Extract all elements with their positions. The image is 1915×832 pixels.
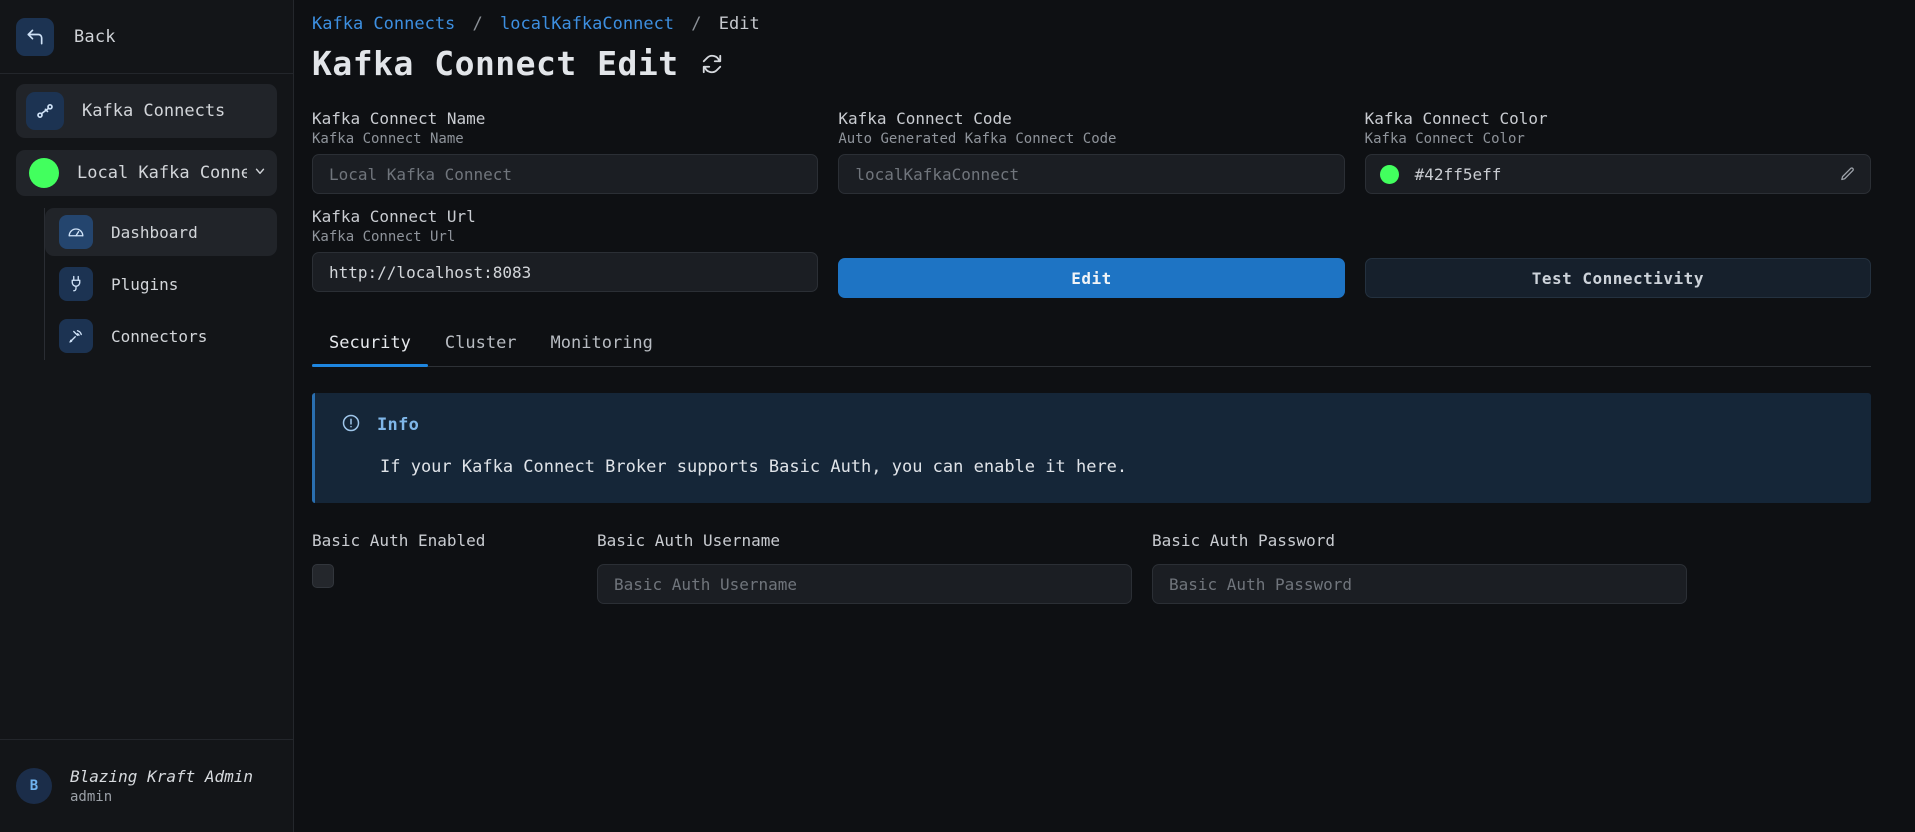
user-info: Blazing Kraft Admin admin bbox=[70, 767, 253, 805]
basic-auth-enabled-checkbox[interactable] bbox=[312, 564, 334, 588]
info-text: If your Kafka Connect Broker supports Ba… bbox=[380, 457, 1128, 477]
sidebar-item-label: Dashboard bbox=[111, 222, 198, 242]
breadcrumb-separator: / bbox=[472, 14, 483, 34]
sidebar-item-label: Connectors bbox=[111, 326, 208, 346]
tab-monitoring[interactable]: Monitoring bbox=[534, 333, 670, 366]
field-label: Kafka Connect Code bbox=[838, 109, 1012, 128]
field-hint: Kafka Connect Color bbox=[1364, 131, 1525, 147]
page-header: Kafka Connect Edit bbox=[312, 44, 1871, 83]
breadcrumb-separator: / bbox=[691, 14, 702, 34]
back-label: Back bbox=[74, 26, 116, 47]
sidebar-item-kafka-connects[interactable]: Kafka Connects bbox=[16, 84, 277, 138]
field-label: Basic Auth Password bbox=[1152, 531, 1336, 550]
field-basic-auth-password: Basic Auth Password bbox=[1152, 531, 1687, 604]
sidebar-item-label: Plugins bbox=[111, 274, 179, 294]
field-kafka-connect-url: Kafka Connect Url Kafka Connect Url bbox=[312, 207, 819, 292]
user-name: Blazing Kraft Admin bbox=[70, 767, 254, 786]
gauge-icon bbox=[59, 215, 93, 249]
tab-cluster[interactable]: Cluster bbox=[428, 333, 534, 366]
field-hint: Auto Generated Kafka Connect Code bbox=[838, 131, 1117, 147]
kafka-connect-color-input[interactable]: #42ff5eff bbox=[1364, 154, 1871, 194]
kafka-connect-code-input[interactable] bbox=[838, 154, 1345, 194]
breadcrumb-link-local-kafka-connect[interactable]: localKafkaConnect bbox=[500, 14, 674, 34]
pencil-icon[interactable] bbox=[1839, 166, 1856, 183]
color-value: #42ff5eff bbox=[1414, 164, 1502, 184]
field-label: Basic Auth Username bbox=[597, 531, 781, 550]
field-hint: Kafka Connect Name bbox=[312, 131, 464, 147]
user-role: admin bbox=[70, 789, 113, 805]
color-swatch bbox=[1379, 164, 1399, 184]
sidebar-nav: Kafka Connects Local Kafka Conne… Dashbo… bbox=[0, 74, 293, 364]
field-label: Kafka Connect Name bbox=[312, 109, 486, 128]
chevron-down-icon[interactable] bbox=[247, 164, 267, 182]
info-banner: Info If your Kafka Connect Broker suppor… bbox=[312, 393, 1871, 503]
sidebar-item-plugins[interactable]: Plugins bbox=[45, 260, 277, 308]
sidebar-subnav: Dashboard Plugins Connectors bbox=[44, 208, 277, 360]
field-hint: Kafka Connect Url bbox=[312, 229, 456, 245]
cluster-status-dot bbox=[29, 158, 59, 188]
field-label: Kafka Connect Url bbox=[312, 207, 476, 226]
field-kafka-connect-name: Kafka Connect Name Kafka Connect Name bbox=[312, 109, 819, 194]
field-basic-auth-username: Basic Auth Username bbox=[597, 531, 1132, 604]
info-header: Info bbox=[341, 413, 1845, 437]
antenna-icon bbox=[59, 319, 93, 353]
url-and-actions-row: Kafka Connect Url Kafka Connect Url Edit… bbox=[312, 207, 1871, 298]
kafka-connect-url-input[interactable] bbox=[312, 252, 819, 292]
app-root: Back Kafka Connects Local Kafka Conne… D… bbox=[0, 0, 1915, 832]
basic-auth-password-input[interactable] bbox=[1152, 564, 1687, 604]
sidebar-item-dashboard[interactable]: Dashboard bbox=[45, 208, 277, 256]
info-circle-icon bbox=[341, 413, 361, 437]
field-label: Basic Auth Enabled bbox=[312, 531, 486, 550]
sidebar-item-connectors[interactable]: Connectors bbox=[45, 312, 277, 360]
user-profile[interactable]: B Blazing Kraft Admin admin bbox=[0, 739, 293, 832]
breadcrumb-link-kafka-connects[interactable]: Kafka Connects bbox=[312, 14, 455, 34]
cluster-name-label: Local Kafka Conne… bbox=[77, 163, 247, 183]
field-label: Kafka Connect Color bbox=[1364, 109, 1548, 128]
avatar: B bbox=[16, 768, 52, 804]
sidebar-item-label: Kafka Connects bbox=[82, 101, 226, 121]
field-kafka-connect-code: Kafka Connect Code Auto Generated Kafka … bbox=[838, 109, 1345, 194]
kafka-connects-icon bbox=[26, 92, 64, 130]
refresh-icon[interactable] bbox=[697, 49, 727, 79]
field-kafka-connect-color: Kafka Connect Color Kafka Connect Color … bbox=[1364, 109, 1871, 194]
sidebar: Back Kafka Connects Local Kafka Conne… D… bbox=[0, 0, 294, 832]
connect-form: Kafka Connect Name Kafka Connect Name Ka… bbox=[312, 109, 1871, 200]
tabs-divider bbox=[312, 366, 1871, 367]
tab-security[interactable]: Security bbox=[312, 333, 428, 367]
plug-icon bbox=[59, 267, 93, 301]
breadcrumb: Kafka Connects / localKafkaConnect / Edi… bbox=[312, 14, 1871, 34]
main-content: Kafka Connects / localKafkaConnect / Edi… bbox=[294, 0, 1915, 832]
back-arrow-icon bbox=[16, 17, 54, 56]
kafka-connect-name-input[interactable] bbox=[312, 154, 819, 194]
edit-button[interactable]: Edit bbox=[838, 258, 1345, 298]
breadcrumb-current: Edit bbox=[718, 14, 760, 34]
test-connectivity-button[interactable]: Test Connectivity bbox=[1364, 258, 1871, 298]
basic-auth-username-input[interactable] bbox=[597, 564, 1132, 604]
back-button[interactable]: Back bbox=[0, 0, 293, 74]
basic-auth-section: Basic Auth Enabled Basic Auth Username B… bbox=[312, 531, 1871, 604]
field-basic-auth-enabled: Basic Auth Enabled bbox=[312, 531, 577, 604]
tab-list: Security Cluster Monitoring bbox=[312, 333, 1871, 367]
tabs-section: Security Cluster Monitoring bbox=[312, 333, 1871, 367]
info-title: Info bbox=[377, 415, 420, 435]
page-title: Kafka Connect Edit bbox=[312, 44, 679, 83]
sidebar-cluster-selector[interactable]: Local Kafka Conne… bbox=[16, 150, 277, 196]
